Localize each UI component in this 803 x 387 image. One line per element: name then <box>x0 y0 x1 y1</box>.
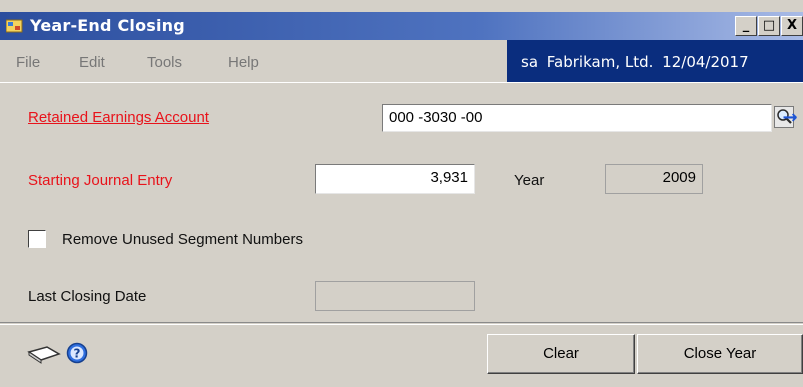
retained-earnings-account-field[interactable]: 000 -3030 -00 <box>382 104 772 132</box>
year-label: Year <box>514 172 545 189</box>
window-title: Year-End Closing <box>30 16 185 35</box>
note-icon[interactable] <box>27 344 61 364</box>
close-year-button[interactable]: Close Year <box>637 334 803 374</box>
arrow-right-icon[interactable]: → <box>781 107 799 129</box>
year-end-closing-window: Year-End Closing _ □ X File Edit Tools H… <box>0 0 803 387</box>
last-closing-date-label: Last Closing Date <box>28 288 147 305</box>
user-date: 12/04/2017 <box>662 53 749 71</box>
company-info-bar: sa Fabrikam, Ltd. 12/04/2017 <box>507 40 803 82</box>
footer-divider <box>0 324 803 325</box>
menu-help[interactable]: Help <box>228 54 259 71</box>
company-name: Fabrikam, Ltd. <box>546 53 654 71</box>
retained-earnings-account-link[interactable]: Retained Earnings Account <box>28 109 209 126</box>
maximize-button[interactable]: □ <box>758 16 780 36</box>
title-bar[interactable]: Year-End Closing _ □ X <box>0 12 803 40</box>
app-icon <box>6 19 23 33</box>
help-icon[interactable]: ? <box>66 342 88 364</box>
remove-unused-segment-checkbox[interactable] <box>28 230 46 248</box>
minimize-button[interactable]: _ <box>735 16 757 36</box>
menu-tools[interactable]: Tools <box>147 54 182 71</box>
starting-journal-entry-label: Starting Journal Entry <box>28 172 173 189</box>
user-id: sa <box>521 53 539 71</box>
menu-file[interactable]: File <box>16 54 40 71</box>
starting-journal-entry-field[interactable]: 3,931 <box>315 164 475 194</box>
clear-button[interactable]: Clear <box>487 334 635 374</box>
close-button[interactable]: X <box>781 16 803 36</box>
last-closing-date-field <box>315 281 475 311</box>
year-field: 2009 <box>605 164 703 194</box>
remove-unused-segment-label: Remove Unused Segment Numbers <box>62 231 303 248</box>
menu-edit[interactable]: Edit <box>79 54 105 71</box>
svg-text:?: ? <box>74 347 81 361</box>
